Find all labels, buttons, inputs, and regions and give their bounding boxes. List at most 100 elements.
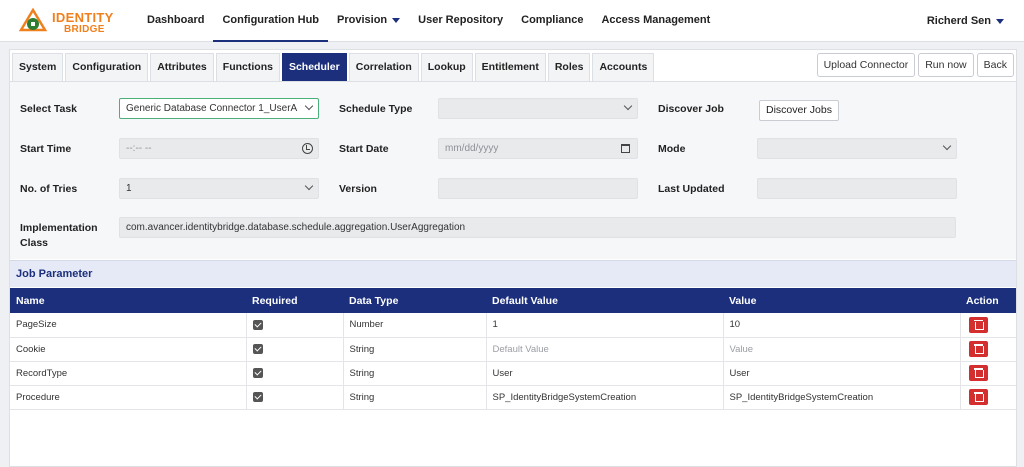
select-task-label: Select Task [20, 103, 78, 115]
col-default-value: Default Value [486, 288, 723, 313]
param-default-value[interactable]: SP_IdentityBridgeSystemCreation [486, 385, 724, 410]
chevron-down-icon [996, 18, 1004, 24]
nav-configuration-hub[interactable]: Configuration Hub [213, 0, 329, 42]
param-data-type: String [343, 361, 487, 386]
table-row: Procedure String SP_IdentityBridgeSystem… [10, 385, 1016, 410]
col-action: Action [960, 288, 1016, 313]
param-value[interactable]: 10 [723, 313, 961, 338]
chevron-down-icon [304, 181, 314, 191]
required-checkbox[interactable] [252, 319, 263, 330]
upload-connector-button[interactable]: Upload Connector [816, 53, 916, 77]
implementation-class-value: com.avancer.identitybridge.database.sche… [126, 222, 466, 233]
tries-dropdown[interactable]: 1 [119, 178, 319, 199]
table-row: Cookie String Default Value Value [10, 337, 1016, 362]
calendar-icon [621, 144, 630, 153]
required-checkbox[interactable] [252, 391, 263, 402]
trash-icon[interactable] [968, 316, 988, 333]
param-value[interactable]: Value [723, 337, 961, 362]
param-value[interactable]: User [723, 361, 961, 386]
implementation-label: Implementation [20, 222, 98, 234]
top-navbar: IDENTITY BRIDGE Dashboard Configuration … [0, 0, 1024, 42]
discover-job-label: Discover Job [658, 103, 724, 115]
select-task-dropdown[interactable]: Generic Database Connector 1_UserA [119, 98, 319, 119]
tab-accounts[interactable]: Accounts [592, 53, 655, 81]
table-header-row: Name Required Data Type Default Value Va… [10, 288, 1016, 313]
required-checkbox[interactable] [252, 343, 263, 354]
implementation-class-input[interactable]: com.avancer.identitybridge.database.sche… [119, 217, 956, 238]
param-default-value[interactable]: Default Value [486, 337, 724, 362]
run-now-button[interactable]: Run now [918, 53, 974, 77]
nav-user-repository[interactable]: User Repository [409, 0, 512, 42]
user-menu[interactable]: Richerd Sen [927, 0, 1004, 42]
col-required: Required [246, 288, 343, 313]
param-value[interactable]: SP_IdentityBridgeSystemCreation [723, 385, 961, 410]
nav-provision-label: Provision [337, 14, 388, 26]
tries-label: No. of Tries [20, 183, 78, 195]
param-default-value[interactable]: User [486, 361, 724, 386]
chevron-down-icon [942, 141, 952, 151]
start-time-input[interactable]: --:-- -- [119, 138, 319, 159]
start-date-input[interactable]: mm/dd/yyyy [438, 138, 638, 159]
trash-icon[interactable] [968, 341, 988, 357]
tab-attributes[interactable]: Attributes [150, 53, 214, 81]
tab-system[interactable]: System [12, 53, 64, 81]
tab-scheduler[interactable]: Scheduler [281, 53, 347, 81]
required-checkbox[interactable] [252, 367, 263, 378]
user-name: Richerd Sen [926, 15, 991, 27]
schedule-type-dropdown[interactable] [438, 98, 638, 119]
nav-access-management[interactable]: Access Management [592, 0, 719, 42]
param-data-type: String [343, 385, 487, 410]
back-button[interactable]: Back [976, 53, 1014, 77]
start-date-value: mm/dd/yyyy [445, 143, 499, 154]
select-task-value: Generic Database Connector 1_UserA [126, 103, 298, 114]
trash-icon[interactable] [968, 365, 988, 381]
logo-text-identity: IDENTITY [52, 10, 114, 25]
param-default-value[interactable]: 1 [486, 313, 724, 338]
mode-label: Mode [658, 143, 686, 155]
param-name: RecordType [10, 361, 247, 386]
chevron-down-icon [304, 101, 314, 111]
discover-jobs-button[interactable]: Discover Jobs [759, 100, 839, 121]
version-label: Version [339, 183, 377, 195]
version-input[interactable] [438, 178, 638, 199]
param-data-type: String [343, 337, 487, 362]
logo-text-bridge: BRIDGE [64, 24, 105, 35]
tab-configuration[interactable]: Configuration [65, 53, 149, 81]
identity-bridge-logo[interactable]: IDENTITY BRIDGE [18, 6, 128, 36]
job-parameter-header: Job Parameter [10, 260, 1016, 287]
mode-dropdown[interactable] [757, 138, 957, 159]
table-row: PageSize Number 1 10 [10, 313, 1016, 338]
param-data-type: Number [343, 313, 487, 338]
tab-functions[interactable]: Functions [215, 53, 280, 81]
nav-provision[interactable]: Provision [328, 0, 409, 42]
nav-compliance[interactable]: Compliance [512, 0, 592, 42]
tab-roles[interactable]: Roles [547, 53, 591, 81]
last-updated-label: Last Updated [658, 183, 725, 195]
param-name: PageSize [10, 313, 247, 338]
col-value: Value [723, 288, 960, 313]
scheduler-form: Select Task Generic Database Connector 1… [10, 81, 1016, 259]
connector-tabs: System Configuration Attributes Function… [12, 53, 656, 81]
tries-value: 1 [126, 183, 132, 194]
chevron-down-icon [623, 101, 633, 111]
trash-icon[interactable] [968, 389, 988, 405]
last-updated-input[interactable] [757, 178, 957, 199]
schedule-type-label: Schedule Type [339, 103, 413, 115]
tab-entitlement[interactable]: Entitlement [474, 53, 546, 81]
scheduler-panel: System Configuration Attributes Function… [9, 49, 1017, 467]
logo-icon [18, 7, 48, 32]
job-parameter-title: Job Parameter [16, 268, 93, 280]
col-name: Name [10, 288, 246, 313]
param-name: Cookie [10, 337, 247, 362]
col-data-type: Data Type [343, 288, 486, 313]
start-date-label: Start Date [339, 143, 389, 155]
param-name: Procedure [10, 385, 247, 410]
tab-correlation[interactable]: Correlation [348, 53, 419, 81]
start-time-value: --:-- -- [126, 143, 152, 154]
class-label: Class [20, 237, 49, 249]
nav-dashboard[interactable]: Dashboard [138, 0, 213, 42]
chevron-down-icon [392, 17, 401, 23]
table-row: RecordType String User User [10, 361, 1016, 386]
tab-lookup[interactable]: Lookup [420, 53, 473, 81]
clock-icon [302, 143, 313, 154]
